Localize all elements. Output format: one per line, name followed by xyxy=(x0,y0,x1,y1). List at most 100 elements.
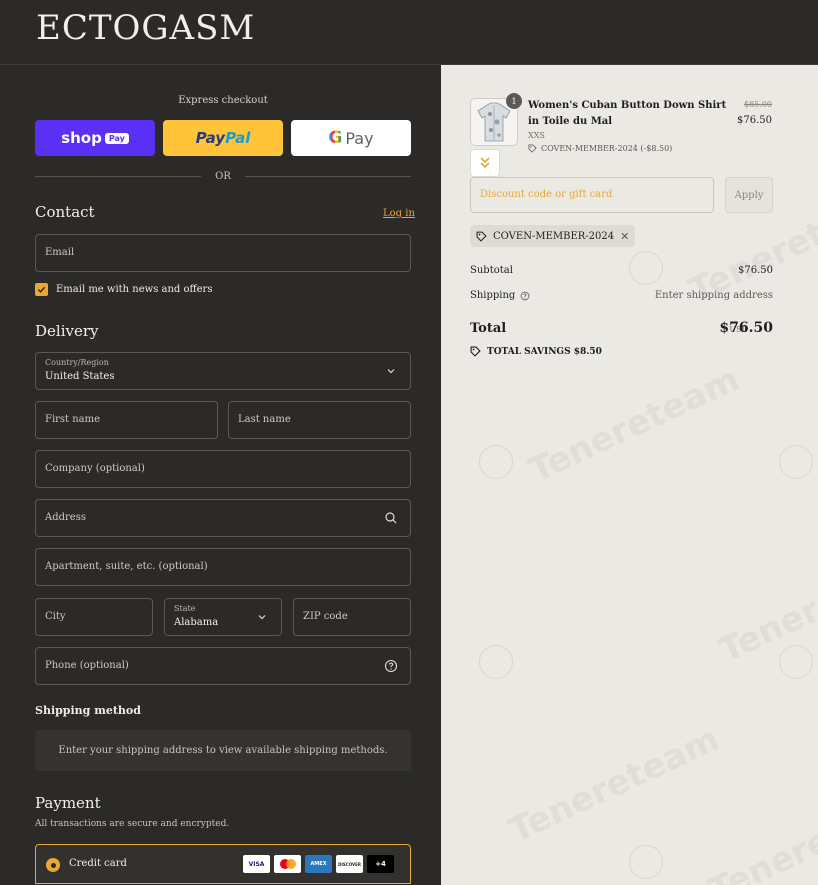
shop-pay-text: shop xyxy=(61,129,102,147)
google-pay-text: Pay xyxy=(345,128,374,148)
watermark-logo xyxy=(479,445,513,479)
watermark-logo xyxy=(779,445,813,479)
apartment-field[interactable]: Apartment, suite, etc. (optional) xyxy=(35,548,411,586)
site-header: ECTOGASM xyxy=(0,0,818,65)
last-name-field[interactable]: Last name xyxy=(228,401,411,439)
product-discount-text: COVEN-MEMBER-2024 (-$8.50) xyxy=(541,144,673,153)
watermark-logo xyxy=(779,645,813,679)
email-field[interactable]: Email xyxy=(35,234,411,272)
help-icon[interactable] xyxy=(520,291,530,301)
zip-field[interactable]: ZIP code xyxy=(293,598,411,636)
apartment-placeholder: Apartment, suite, etc. (optional) xyxy=(45,561,208,572)
chevron-down-icon xyxy=(258,615,266,620)
zip-placeholder: ZIP code xyxy=(303,611,348,622)
discover-icon: DISCOVER xyxy=(336,855,363,873)
tag-icon xyxy=(528,144,537,153)
watermark-text: Tenereteam xyxy=(523,359,746,491)
product-name: Women's Cuban Button Down Shirt in Toile… xyxy=(528,100,727,127)
country-select[interactable]: Country/Region United States xyxy=(35,352,411,390)
chevron-down-icon xyxy=(387,369,395,374)
country-value: United States xyxy=(45,371,115,382)
amex-icon: AMEX xyxy=(305,855,332,873)
applied-discount-tag: COVEN-MEMBER-2024 ✕ xyxy=(470,225,636,247)
shipping-method-title: Shipping method xyxy=(35,704,141,717)
discount-code-input[interactable]: Discount code or gift card xyxy=(470,177,714,213)
subtotal-value: $76.50 xyxy=(738,265,773,276)
product-variant: XXS xyxy=(528,131,545,140)
total-value: $76.50 xyxy=(719,320,773,336)
express-checkout-title: Express checkout xyxy=(178,95,268,106)
watermark-logo xyxy=(629,251,663,285)
divider-line xyxy=(35,175,202,177)
shipping-value: Enter shipping address xyxy=(654,290,773,301)
or-text: OR xyxy=(215,170,231,182)
credit-card-radio[interactable] xyxy=(46,858,60,872)
applied-code-text: COVEN-MEMBER-2024 xyxy=(493,230,615,242)
newsletter-checkbox[interactable] xyxy=(35,283,48,296)
expand-items-button[interactable] xyxy=(470,149,500,177)
shipping-method-message: Enter your shipping address to view avai… xyxy=(58,745,388,756)
first-name-placeholder: First name xyxy=(45,414,101,425)
visa-text: VISA xyxy=(248,860,265,868)
order-summary-panel: Tenereteam Tenereteam Tenereteam Teneret… xyxy=(441,65,818,885)
discover-text: DISCOVER xyxy=(338,861,361,867)
radio-dot xyxy=(50,862,56,868)
more-cards-badge: +4 xyxy=(367,855,394,873)
last-name-placeholder: Last name xyxy=(238,414,291,425)
email-placeholder: Email xyxy=(45,247,75,258)
tag-icon xyxy=(470,346,481,357)
contact-title: Contact xyxy=(35,203,95,221)
shirt-image xyxy=(477,102,511,142)
tag-icon xyxy=(476,231,487,242)
shop-pay-button[interactable]: shop Pay xyxy=(35,120,155,156)
divider-line xyxy=(244,175,412,177)
discount-placeholder: Discount code or gift card xyxy=(480,189,613,200)
newsletter-checkbox-row[interactable]: Email me with news and offers xyxy=(35,283,212,296)
brand-logo[interactable]: ECTOGASM xyxy=(36,8,255,48)
paypal-button[interactable]: PayPal xyxy=(163,120,283,156)
shipping-label-text: Shipping xyxy=(470,290,516,301)
quantity-badge: 1 xyxy=(506,93,522,109)
phone-placeholder: Phone (optional) xyxy=(45,660,129,671)
google-pay-logo: G Pay xyxy=(328,128,373,148)
state-value: Alabama xyxy=(174,617,219,628)
discounted-price: $76.50 xyxy=(737,115,772,126)
credit-card-option[interactable]: Credit card VISA AMEX DISCOVER +4 xyxy=(35,844,411,884)
newsletter-label: Email me with news and offers xyxy=(56,284,213,295)
visa-icon: VISA xyxy=(243,855,270,873)
mastercard-circles xyxy=(279,859,296,869)
state-select[interactable]: State Alabama xyxy=(164,598,282,636)
city-placeholder: City xyxy=(45,611,66,622)
total-savings: TOTAL SAVINGS $8.50 xyxy=(470,346,602,357)
google-g-icon: G xyxy=(328,128,343,148)
more-cards-text: +4 xyxy=(375,860,386,868)
login-link[interactable]: Log in xyxy=(383,208,415,219)
address-field[interactable]: Address xyxy=(35,499,411,537)
credit-card-label: Credit card xyxy=(69,858,127,869)
watermark-logo xyxy=(629,845,663,879)
apply-button[interactable]: Apply xyxy=(725,177,773,213)
payment-title: Payment xyxy=(35,794,101,812)
total-savings-text: TOTAL SAVINGS $8.50 xyxy=(487,346,602,357)
chevrons-down-icon xyxy=(480,157,490,169)
watermark-text: Tenereteam xyxy=(503,719,726,851)
first-name-field[interactable]: First name xyxy=(35,401,218,439)
paypal-logo-part2: Pal xyxy=(225,129,251,147)
payment-subtitle: All transactions are secure and encrypte… xyxy=(35,819,230,829)
or-divider: OR xyxy=(35,169,412,183)
amex-text: AMEX xyxy=(310,861,327,867)
company-field[interactable]: Company (optional) xyxy=(35,450,411,488)
subtotal-label-text: Subtotal xyxy=(470,265,513,276)
remove-discount-icon[interactable]: ✕ xyxy=(620,230,629,243)
checkmark-icon xyxy=(37,286,46,293)
product-discount: COVEN-MEMBER-2024 (-$8.50) xyxy=(528,144,672,153)
country-label: Country/Region xyxy=(45,358,109,367)
subtotal-label: Subtotal xyxy=(470,265,513,276)
total-label: Total xyxy=(470,321,507,336)
help-icon[interactable] xyxy=(384,659,398,673)
phone-field[interactable]: Phone (optional) xyxy=(35,647,411,685)
company-placeholder: Company (optional) xyxy=(45,463,145,474)
google-pay-button[interactable]: G Pay xyxy=(291,120,411,156)
watermark-logo xyxy=(479,645,513,679)
city-field[interactable]: City xyxy=(35,598,153,636)
